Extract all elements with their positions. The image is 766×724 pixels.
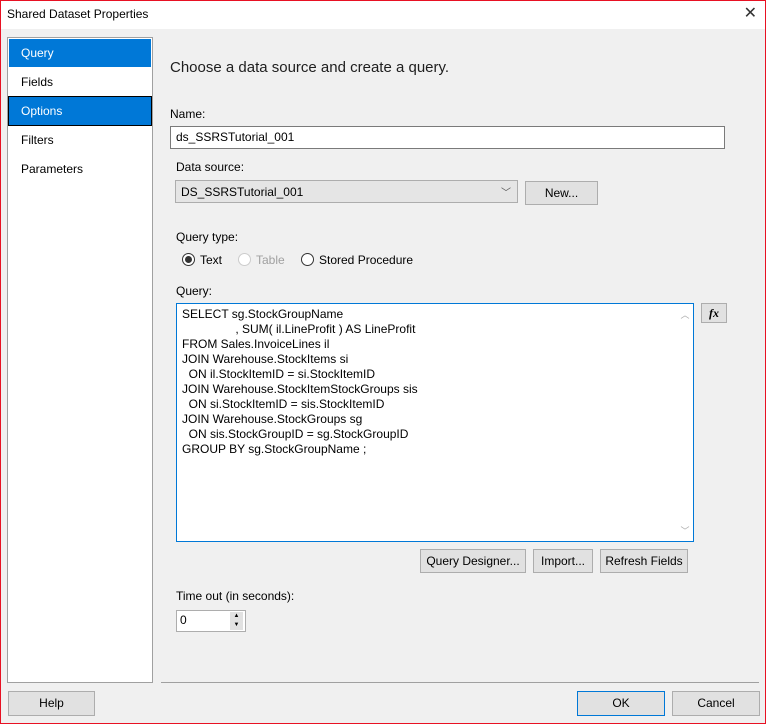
scrollbar[interactable]: ︿ ﹀ xyxy=(677,304,693,541)
querytype-text-radio[interactable]: Text xyxy=(182,253,222,267)
divider xyxy=(161,682,759,683)
dialog-window: Shared Dataset Properties ✕ Query Fields… xyxy=(0,0,766,724)
sidebar-item-parameters[interactable]: Parameters xyxy=(9,155,151,183)
radio-label: Table xyxy=(256,253,285,267)
timeout-value: 0 xyxy=(180,613,187,627)
scroll-down-icon[interactable]: ﹀ xyxy=(677,524,693,537)
querytype-table-radio: Table xyxy=(238,253,285,267)
radio-label: Stored Procedure xyxy=(319,253,414,267)
sidebar-item-filters[interactable]: Filters xyxy=(9,126,151,154)
expression-button[interactable]: fx xyxy=(701,303,727,323)
ok-button[interactable]: OK xyxy=(577,691,665,716)
query-text[interactable]: SELECT sg.StockGroupName , SUM( il.LineP… xyxy=(177,304,693,460)
new-datasource-button[interactable]: New... xyxy=(525,181,598,205)
scroll-up-icon[interactable]: ︿ xyxy=(677,308,693,321)
sidebar-item-fields[interactable]: Fields xyxy=(9,68,151,96)
refresh-fields-button[interactable]: Refresh Fields xyxy=(600,549,688,573)
sidebar-nav: Query Fields Options Filters Parameters xyxy=(7,37,153,683)
sidebar-item-query[interactable]: Query xyxy=(9,39,151,67)
cancel-button[interactable]: Cancel xyxy=(672,691,760,716)
page-heading: Choose a data source and create a query. xyxy=(170,59,450,76)
query-designer-button[interactable]: Query Designer... xyxy=(420,549,526,573)
spin-down-icon[interactable]: ▼ xyxy=(230,621,243,630)
timeout-label: Time out (in seconds): xyxy=(176,589,295,603)
sidebar-item-options[interactable]: Options xyxy=(8,96,152,126)
querytype-storedproc-radio[interactable]: Stored Procedure xyxy=(301,253,413,267)
spin-up-icon[interactable]: ▲ xyxy=(230,612,243,621)
name-input[interactable]: ds_SSRSTutorial_001 xyxy=(170,126,725,149)
datasource-value: DS_SSRSTutorial_001 xyxy=(181,185,304,199)
querytype-label: Query type: xyxy=(176,230,239,244)
radio-selected-icon xyxy=(182,253,195,266)
window-title: Shared Dataset Properties xyxy=(7,7,149,21)
radio-icon xyxy=(238,253,251,266)
radio-icon xyxy=(301,253,314,266)
timeout-spinner[interactable]: 0 ▲ ▼ xyxy=(176,610,246,632)
chevron-down-icon: ﹀ xyxy=(501,188,511,199)
help-button[interactable]: Help xyxy=(8,691,95,716)
datasource-select[interactable]: DS_SSRSTutorial_001 ﹀ xyxy=(175,180,518,203)
import-button[interactable]: Import... xyxy=(533,549,593,573)
query-label: Query: xyxy=(176,284,213,298)
query-textarea[interactable]: SELECT sg.StockGroupName , SUM( il.LineP… xyxy=(176,303,694,542)
title-bar: Shared Dataset Properties ✕ xyxy=(1,1,765,29)
close-icon[interactable]: ✕ xyxy=(744,3,757,23)
datasource-label: Data source: xyxy=(176,160,245,174)
name-label: Name: xyxy=(170,107,206,121)
radio-label: Text xyxy=(200,253,223,267)
